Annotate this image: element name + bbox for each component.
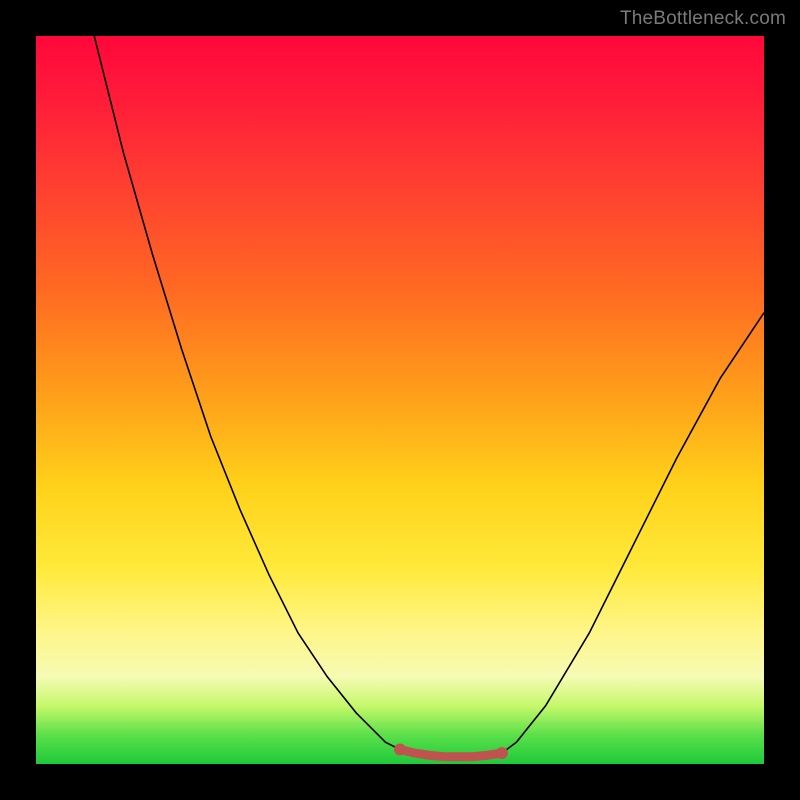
optimal-range-start-dot xyxy=(394,743,406,755)
gradient-plot-area xyxy=(36,36,764,764)
bottleneck-curve xyxy=(36,36,764,757)
chart-frame: TheBottleneck.com xyxy=(0,0,800,800)
watermark-text: TheBottleneck.com xyxy=(620,8,786,30)
optimal-range-end-dot xyxy=(496,747,508,759)
curve-svg xyxy=(36,36,764,764)
optimal-range-marker xyxy=(400,749,502,756)
